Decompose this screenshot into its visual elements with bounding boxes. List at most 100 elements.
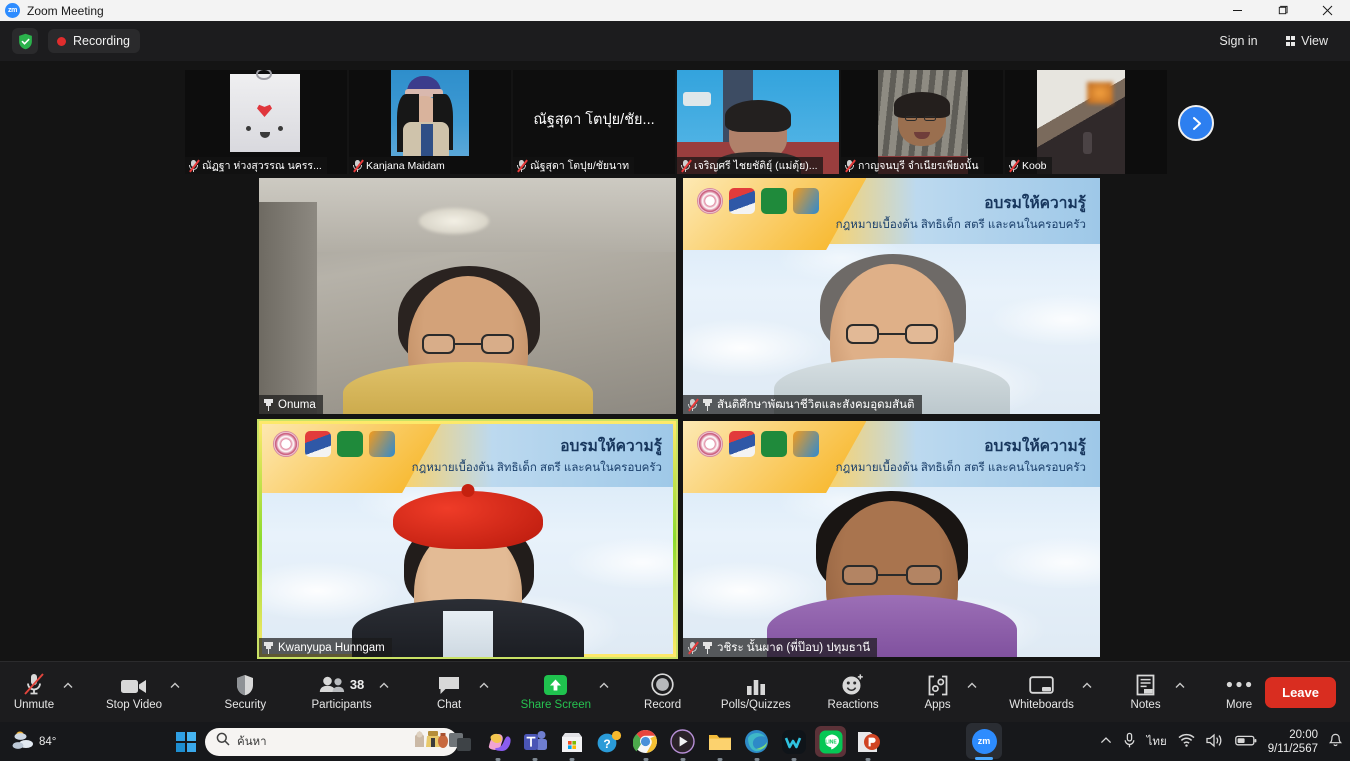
- record-circle-icon: [651, 672, 674, 696]
- whiteboards-button[interactable]: Whiteboards: [1005, 666, 1078, 719]
- media-player-icon[interactable]: [667, 726, 698, 757]
- notes-options-caret[interactable]: [1172, 666, 1189, 719]
- windows-logo-icon[interactable]: [176, 731, 196, 752]
- chevron-up-icon: [63, 682, 73, 688]
- battery-icon[interactable]: [1234, 734, 1257, 750]
- zoom-taskbar-icon[interactable]: zm: [966, 723, 1002, 759]
- view-button[interactable]: View: [1278, 30, 1338, 52]
- polls-quizzes-button[interactable]: Polls/Quizzes: [717, 666, 795, 719]
- reactions-button[interactable]: Reactions: [823, 666, 883, 719]
- window-controls: [1215, 0, 1350, 21]
- filmstrip-next-page-button[interactable]: [1178, 105, 1214, 141]
- weather-widget[interactable]: 84°: [12, 729, 56, 754]
- video-tile-onuma[interactable]: Onuma: [259, 178, 676, 414]
- google-chrome-icon[interactable]: [630, 726, 661, 757]
- participant-name: สันติศึกษาพัฒนาชีวิตและสังคมอุดมสันติ: [717, 398, 915, 411]
- filmstrip-tile[interactable]: ณัฏฐา ห่วงสุวรรณ นครร...: [185, 70, 347, 174]
- filmstrip-tile[interactable]: กาญจนบุรี จำเนียรเพียงนั้น: [841, 70, 1003, 174]
- filmstrip-tile[interactable]: Kanjana Maidam: [349, 70, 511, 174]
- microsoft-teams-icon[interactable]: [519, 726, 550, 757]
- participant-name: ณัฏฐา ห่วงสุวรรณ นครร...: [202, 160, 322, 172]
- tray-overflow-button[interactable]: [1100, 736, 1112, 748]
- security-button[interactable]: Security: [219, 666, 271, 719]
- microphone-icon[interactable]: [1123, 732, 1136, 752]
- organization-logos: [697, 431, 819, 457]
- sign-in-button[interactable]: Sign in: [1209, 30, 1267, 52]
- unmute-label: Unmute: [13, 699, 55, 711]
- record-button[interactable]: Record: [637, 666, 689, 719]
- filmstrip-tile[interactable]: ณัฐสุดา โตปุย/ชัย... ณัฐสุดา โตปุย/ชัยนา…: [513, 70, 675, 174]
- zoom-meeting-window: zm Zoom Meeting Recording Sign in View ณ…: [0, 0, 1350, 761]
- task-view-icon[interactable]: [445, 726, 476, 757]
- weather-temperature: 84°: [39, 735, 57, 748]
- microsoft-store-icon[interactable]: [556, 726, 587, 757]
- more-button[interactable]: More: [1213, 666, 1265, 719]
- speaker-icon[interactable]: [1206, 733, 1224, 751]
- participants-options-caret[interactable]: [376, 666, 393, 719]
- audio-options-caret[interactable]: [60, 666, 77, 719]
- encryption-status-button[interactable]: [12, 28, 38, 54]
- share-screen-up-arrow-icon: [543, 672, 568, 696]
- video-tile-kwanyupa[interactable]: อบรมให้ความรู้ กฎหมายเบื้องต้น สิทธิเด็ก…: [257, 419, 678, 659]
- apps-options-caret[interactable]: [964, 666, 981, 719]
- search-input[interactable]: ค้นหา: [205, 727, 458, 756]
- video-tile-label: สันติศึกษาพัฒนาชีวิตและสังคมอุดมสันติ: [683, 395, 922, 414]
- participant-name: วชิระ นั้นผาด (พี่ป๊อบ) ปทุมธานี: [717, 641, 871, 654]
- record-label: Record: [644, 699, 682, 711]
- minimize-button[interactable]: [1215, 0, 1260, 21]
- video-tile-label: วชิระ นั้นผาด (พี่ป๊อบ) ปทุมธานี: [683, 638, 878, 657]
- chat-button[interactable]: Chat: [423, 666, 475, 719]
- partly-cloudy-icon: [12, 729, 36, 754]
- participant-video: อบรมให้ความรู้ กฎหมายเบื้องต้น สิทธิเด็ก…: [683, 178, 1100, 414]
- recording-dot-icon: [57, 36, 66, 46]
- unmute-button[interactable]: Unmute: [8, 666, 60, 719]
- powerpoint-icon[interactable]: [852, 726, 883, 757]
- clock[interactable]: 20:00 9/11/2567: [1268, 728, 1318, 756]
- view-label: View: [1301, 34, 1328, 48]
- microphone-muted-icon: [352, 159, 364, 173]
- chat-bubble-icon: [437, 672, 461, 696]
- file-explorer-icon[interactable]: [704, 726, 735, 757]
- copilot-icon[interactable]: [482, 726, 513, 757]
- filmstrip-tile[interactable]: Koob: [1005, 70, 1167, 174]
- virtual-bg-heading: อบรมให้ความรู้: [984, 195, 1086, 212]
- chat-options-caret[interactable]: [475, 666, 492, 719]
- people-icon: 38: [319, 672, 364, 696]
- share-options-caret[interactable]: [595, 666, 612, 719]
- participant-filmstrip[interactable]: ณัฏฐา ห่วงสุวรรณ นครร... Kanjana Maidam: [185, 70, 1170, 174]
- get-help-icon[interactable]: ?: [593, 726, 624, 757]
- whiteboards-label: Whiteboards: [1009, 699, 1074, 711]
- microsoft-edge-icon[interactable]: [741, 726, 772, 757]
- chat-label: Chat: [436, 699, 462, 711]
- pin-icon: [263, 398, 274, 411]
- input-language-indicator[interactable]: ไทย: [1147, 733, 1167, 751]
- leave-meeting-button[interactable]: Leave: [1265, 676, 1336, 708]
- virtual-bg-heading: อบรมให้ความรู้: [560, 438, 662, 455]
- top-bar-right-group: Sign in View: [1209, 30, 1338, 52]
- video-gallery: Onuma อบรมให้ความรู้ กฎหมายเบื้องต้น สิท…: [257, 178, 1100, 659]
- apps-button[interactable]: Apps: [912, 666, 964, 719]
- microphone-muted-icon: [188, 159, 200, 173]
- zoom-logo-icon: zm: [5, 3, 20, 18]
- maximize-button[interactable]: [1260, 0, 1305, 21]
- video-options-caret[interactable]: [166, 666, 183, 719]
- participant-name: Koob: [1022, 159, 1047, 172]
- line-app-icon[interactable]: LINE: [815, 726, 846, 757]
- wifi-icon[interactable]: [1178, 733, 1195, 750]
- filmstrip-tile[interactable]: เจริญศรี ไชยชัติยุ์ (แม่ตุ้ย)...: [677, 70, 839, 174]
- clock-date: 9/11/2567: [1267, 742, 1318, 755]
- participant-name: Kanjana Maidam: [366, 159, 445, 172]
- meeting-control-bar: Unmute Stop Video Security 38 Participan…: [0, 661, 1350, 722]
- whiteboards-options-caret[interactable]: [1078, 666, 1095, 719]
- notes-button[interactable]: Notes: [1120, 666, 1172, 719]
- bell-icon[interactable]: [1328, 733, 1343, 751]
- video-tile-santi-suksa[interactable]: อบรมให้ความรู้ กฎหมายเบื้องต้น สิทธิเด็ก…: [683, 178, 1100, 414]
- share-screen-button[interactable]: Share Screen: [517, 666, 595, 719]
- recording-indicator[interactable]: Recording: [48, 29, 140, 53]
- video-tile-wachira[interactable]: อบรมให้ความรู้ กฎหมายเบื้องต้น สิทธิเด็ก…: [683, 421, 1100, 657]
- stop-video-button[interactable]: Stop Video: [102, 666, 167, 719]
- participants-button[interactable]: 38 Participants: [307, 666, 376, 719]
- search-placeholder: ค้นหา: [237, 735, 267, 748]
- wondershare-icon[interactable]: [778, 726, 809, 757]
- close-button[interactable]: [1305, 0, 1350, 21]
